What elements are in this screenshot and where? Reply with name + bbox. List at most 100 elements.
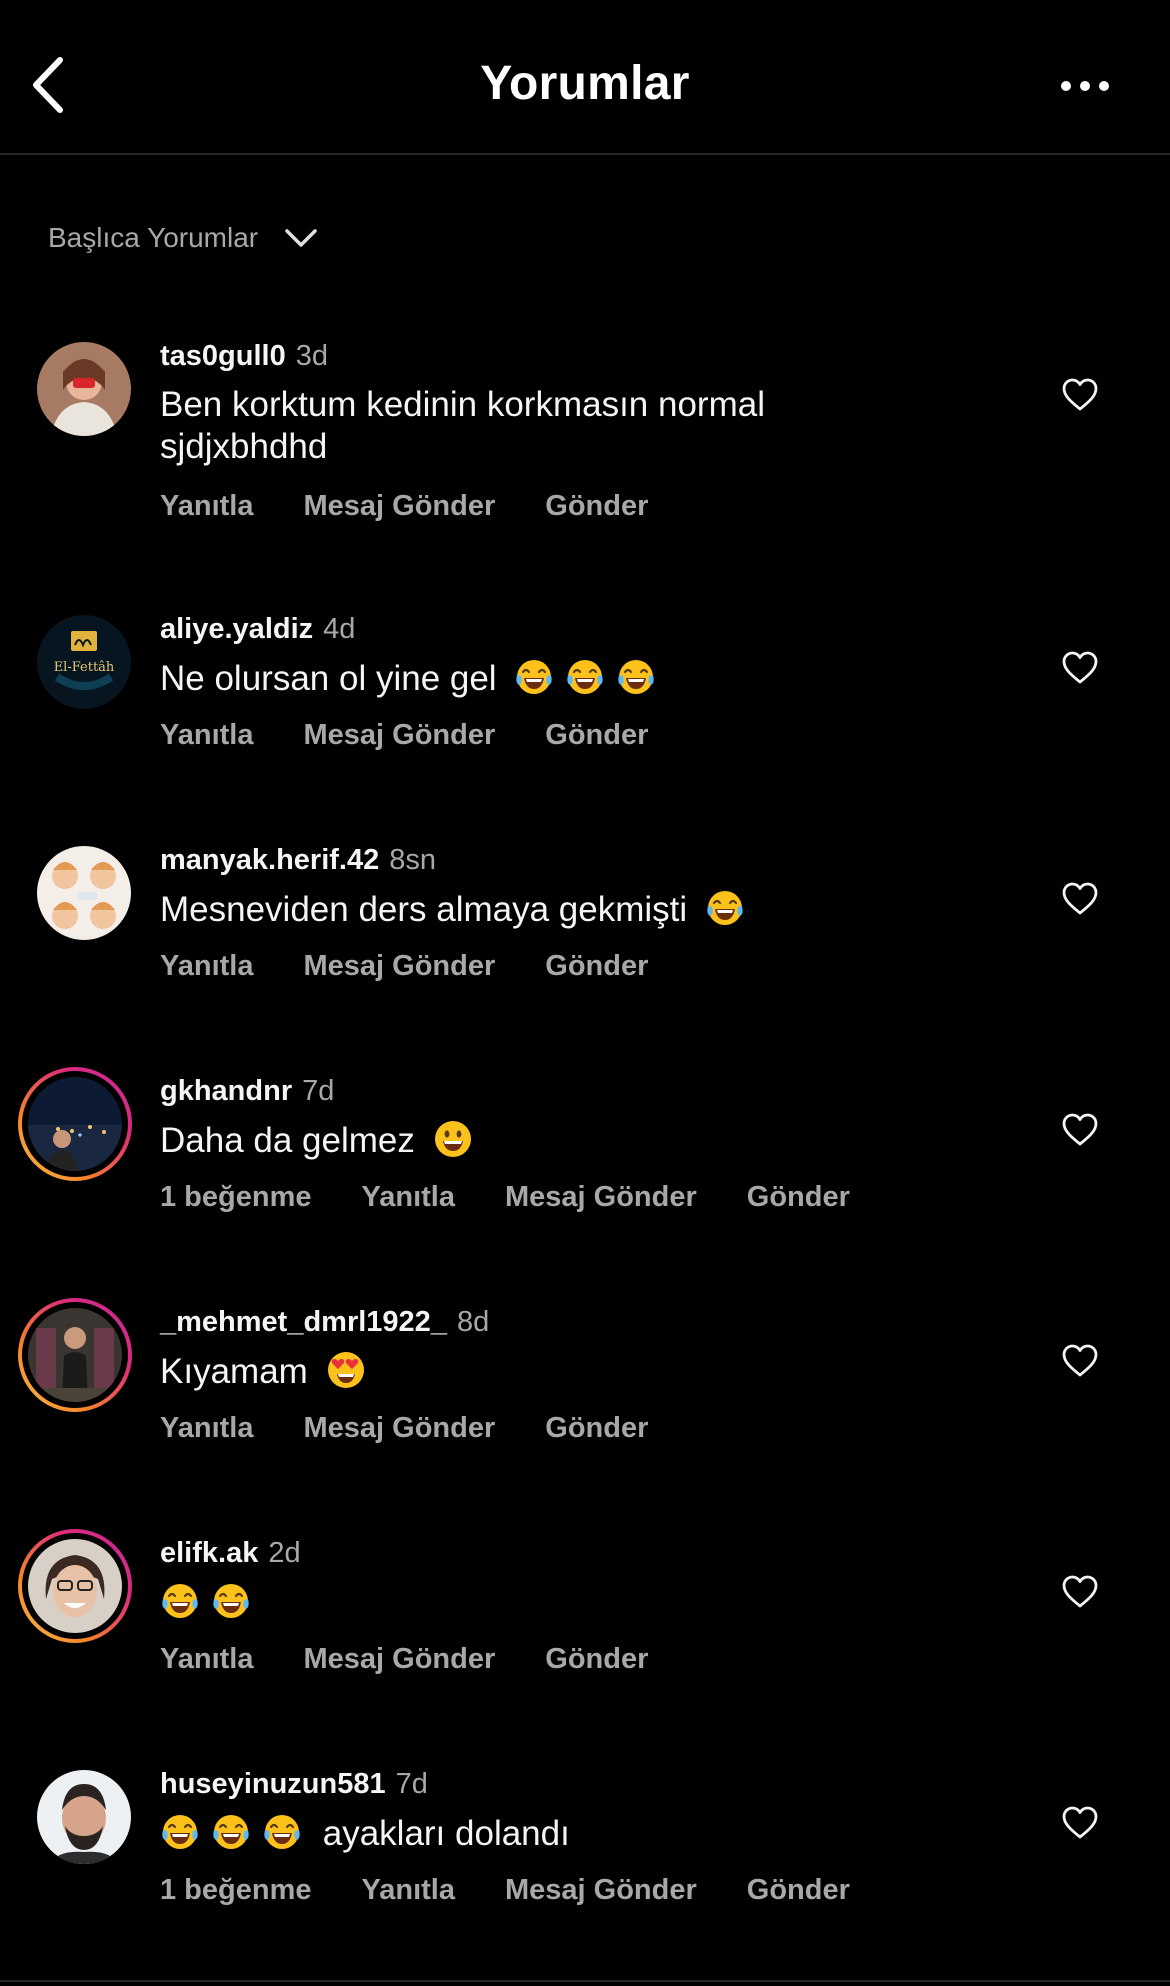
reply-button[interactable]: Yanıtla bbox=[160, 490, 254, 523]
send-message-button[interactable]: Mesaj Gönder bbox=[304, 490, 496, 523]
comment-text-row: ayakları dolandı bbox=[160, 1812, 820, 1855]
grinning-emoji bbox=[433, 1119, 473, 1159]
likes-count[interactable]: 1 beğenme bbox=[160, 1874, 312, 1907]
send-button[interactable]: Gönder bbox=[545, 950, 648, 983]
likes-count[interactable]: 1 beğenme bbox=[160, 1181, 312, 1214]
avatar[interactable] bbox=[37, 342, 131, 436]
reply-button[interactable]: Yanıtla bbox=[160, 950, 254, 983]
send-button[interactable]: Gönder bbox=[747, 1181, 850, 1214]
comment-text-row: Mesneviden ders almaya gekmişti bbox=[160, 888, 820, 931]
comment-text-row: Ne olursan ol yine gel bbox=[160, 657, 820, 700]
send-message-button[interactable]: Mesaj Gönder bbox=[304, 719, 496, 752]
comment-actions: Yanıtla Mesaj Gönder Gönder bbox=[160, 719, 648, 752]
send-message-button[interactable]: Mesaj Gönder bbox=[505, 1181, 697, 1214]
comment-time: 4d bbox=[323, 613, 356, 645]
comment-username[interactable]: _mehmet_dmrl1922_ bbox=[160, 1306, 447, 1338]
send-message-button[interactable]: Mesaj Gönder bbox=[505, 1874, 697, 1907]
avatar[interactable] bbox=[37, 846, 131, 940]
comment-meta: huseyinuzun581 7d bbox=[160, 1768, 428, 1801]
heart-eyes-emoji bbox=[326, 1350, 366, 1390]
tears-of-joy-emoji bbox=[160, 1581, 200, 1621]
heart-outline-icon[interactable] bbox=[1060, 1110, 1100, 1150]
comment-username[interactable]: aliye.yaldiz bbox=[160, 613, 313, 645]
send-button[interactable]: Gönder bbox=[747, 1874, 850, 1907]
comment-item: gkhandnr 7d Daha da gelmez 1 beğenme Yanı… bbox=[0, 1065, 1170, 1265]
top-bar: Yorumlar bbox=[0, 0, 1170, 155]
more-options-button[interactable] bbox=[1055, 66, 1115, 106]
page-title: Yorumlar bbox=[480, 57, 690, 110]
avatar[interactable] bbox=[28, 1077, 122, 1171]
story-ring[interactable] bbox=[18, 1529, 132, 1643]
comment-text-row: Daha da gelmez bbox=[160, 1119, 820, 1162]
comment-item: tas0gull0 3d Ben korktum kedinin korkması… bbox=[0, 330, 1170, 530]
comment-meta: tas0gull0 3d bbox=[160, 340, 328, 373]
comment-username[interactable]: gkhandnr bbox=[160, 1075, 292, 1107]
comment-actions: 1 beğenme Yanıtla Mesaj Gönder Gönder bbox=[160, 1874, 850, 1907]
reply-button[interactable]: Yanıtla bbox=[362, 1874, 456, 1907]
comment-actions: Yanıtla Mesaj Gönder Gönder bbox=[160, 1412, 648, 1445]
send-message-button[interactable]: Mesaj Gönder bbox=[304, 1643, 496, 1676]
comment-text: Ne olursan ol yine gel bbox=[160, 659, 497, 698]
send-message-button[interactable]: Mesaj Gönder bbox=[304, 1412, 496, 1445]
story-ring[interactable] bbox=[18, 1298, 132, 1412]
avatar[interactable] bbox=[28, 1539, 122, 1633]
tears-of-joy-emoji bbox=[262, 1812, 302, 1852]
comment-username[interactable]: elifk.ak bbox=[160, 1537, 258, 1569]
ellipsis-icon bbox=[1061, 81, 1109, 91]
comment-item: elifk.ak 2d Yanıtla Mesaj Gönder Gönder bbox=[0, 1527, 1170, 1727]
comment-text: Ben korktum kedinin korkmasın normal sjd… bbox=[160, 385, 765, 466]
heart-outline-icon[interactable] bbox=[1060, 375, 1100, 415]
comment-actions: Yanıtla Mesaj Gönder Gönder bbox=[160, 490, 648, 523]
tears-of-joy-emoji bbox=[514, 657, 554, 697]
heart-outline-icon[interactable] bbox=[1060, 879, 1100, 919]
comment-actions: Yanıtla Mesaj Gönder Gönder bbox=[160, 950, 648, 983]
heart-outline-icon[interactable] bbox=[1060, 1341, 1100, 1381]
comment-item: _mehmet_dmrl1922_ 8d Kıyamam Yanıtla Mesa… bbox=[0, 1296, 1170, 1496]
comment-actions: Yanıtla Mesaj Gönder Gönder bbox=[160, 1643, 648, 1676]
send-button[interactable]: Gönder bbox=[545, 1643, 648, 1676]
chevron-down-icon bbox=[285, 229, 317, 247]
comment-meta: aliye.yaldiz 4d bbox=[160, 613, 355, 646]
comment-time: 8d bbox=[456, 1306, 490, 1338]
comment-meta: manyak.herif.42 8sn bbox=[160, 844, 436, 877]
comment-username[interactable]: manyak.herif.42 bbox=[160, 844, 379, 876]
comment-meta: elifk.ak 2d bbox=[160, 1537, 301, 1570]
send-message-button[interactable]: Mesaj Gönder bbox=[304, 950, 496, 983]
comment-time: 7d bbox=[395, 1768, 428, 1800]
comment-item: manyak.herif.42 8sn Mesneviden ders almay… bbox=[0, 834, 1170, 1034]
comment-time: 3d bbox=[295, 340, 328, 372]
tears-of-joy-emoji bbox=[616, 657, 656, 697]
sort-dropdown[interactable]: Başlıca Yorumlar bbox=[48, 218, 318, 258]
tears-of-joy-emoji bbox=[211, 1812, 251, 1852]
reply-button[interactable]: Yanıtla bbox=[160, 1412, 254, 1445]
avatar[interactable] bbox=[28, 1308, 122, 1402]
tears-of-joy-emoji bbox=[705, 888, 745, 928]
comment-time: 8sn bbox=[389, 844, 436, 876]
heart-outline-icon[interactable] bbox=[1060, 1803, 1100, 1843]
story-ring[interactable] bbox=[18, 1067, 132, 1181]
reply-button[interactable]: Yanıtla bbox=[160, 1643, 254, 1676]
avatar[interactable] bbox=[37, 1770, 131, 1864]
comment-text-row bbox=[160, 1581, 820, 1624]
comment-text: ayakları dolandı bbox=[322, 1814, 570, 1853]
tears-of-joy-emoji bbox=[565, 657, 605, 697]
comment-meta: gkhandnr 7d bbox=[160, 1075, 334, 1108]
comment-text-row: Kıyamam bbox=[160, 1350, 820, 1393]
heart-outline-icon[interactable] bbox=[1060, 1572, 1100, 1612]
tears-of-joy-emoji bbox=[211, 1581, 251, 1621]
reply-button[interactable]: Yanıtla bbox=[160, 719, 254, 752]
comment-item: huseyinuzun581 7d ayakları dolandı 1 beğe… bbox=[0, 1758, 1170, 1958]
sort-label: Başlıca Yorumlar bbox=[48, 222, 259, 253]
comment-username[interactable]: tas0gull0 bbox=[160, 340, 286, 372]
send-button[interactable]: Gönder bbox=[545, 1412, 648, 1445]
tears-of-joy-emoji bbox=[160, 1812, 200, 1852]
avatar[interactable]: El-Fettâh bbox=[37, 615, 131, 709]
comment-text: Mesneviden ders almaya gekmişti bbox=[160, 890, 688, 929]
comment-time: 2d bbox=[268, 1537, 301, 1569]
avatar-text: El-Fettâh bbox=[54, 660, 115, 675]
send-button[interactable]: Gönder bbox=[545, 719, 648, 752]
heart-outline-icon[interactable] bbox=[1060, 648, 1100, 688]
comment-username[interactable]: huseyinuzun581 bbox=[160, 1768, 386, 1800]
send-button[interactable]: Gönder bbox=[545, 490, 648, 523]
reply-button[interactable]: Yanıtla bbox=[362, 1181, 456, 1214]
